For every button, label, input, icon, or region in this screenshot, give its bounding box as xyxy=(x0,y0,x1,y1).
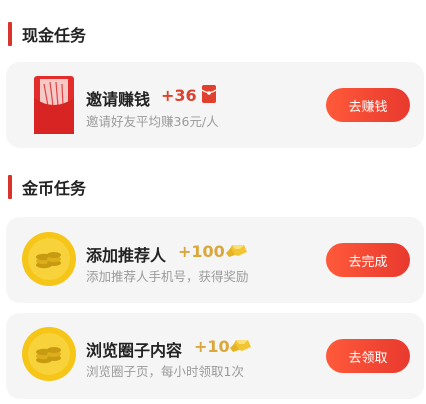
task-card-add-referrer: 添加推荐人 +100 添加推荐人手机号，获得奖励 去完成 xyxy=(6,217,424,303)
task-desc: 浏览圈子页，每小时领取1次 xyxy=(86,364,244,379)
section-gold-tasks: 金币任务 xyxy=(8,172,86,202)
red-packet-icon xyxy=(202,85,216,103)
gold-coin-icon xyxy=(22,232,76,286)
gold-ingot-icon xyxy=(226,245,247,257)
section-cash-tasks: 现金任务 xyxy=(8,19,86,49)
task-reward: +10 xyxy=(194,337,230,356)
task-card-invite: 邀请赚钱 +36 邀请好友平均赚36元/人 去赚钱 xyxy=(6,62,424,148)
task-desc: 邀请好友平均赚36元/人 xyxy=(86,114,219,129)
gold-coin-icon xyxy=(22,327,76,381)
go-complete-button[interactable]: 去完成 xyxy=(326,243,410,277)
task-reward: +100 xyxy=(178,242,225,261)
task-title: 浏览圈子内容 xyxy=(86,341,183,360)
task-reward: +36 xyxy=(161,86,197,105)
go-claim-button[interactable]: 去领取 xyxy=(326,339,410,373)
task-card-browse-circle: 浏览圈子内容 +10 浏览圈子页，每小时领取1次 去领取 xyxy=(6,313,424,399)
section-title: 金币任务 xyxy=(22,179,87,198)
go-earn-button[interactable]: 去赚钱 xyxy=(326,88,410,122)
task-title: 添加推荐人 xyxy=(86,246,167,265)
red-envelope-icon xyxy=(34,76,74,134)
section-accent-bar xyxy=(8,175,12,199)
task-desc: 添加推荐人手机号，获得奖励 xyxy=(86,269,249,284)
task-title: 邀请赚钱 xyxy=(86,90,151,109)
section-accent-bar xyxy=(8,22,12,46)
section-title: 现金任务 xyxy=(22,26,87,45)
gold-ingot-icon xyxy=(230,340,251,352)
